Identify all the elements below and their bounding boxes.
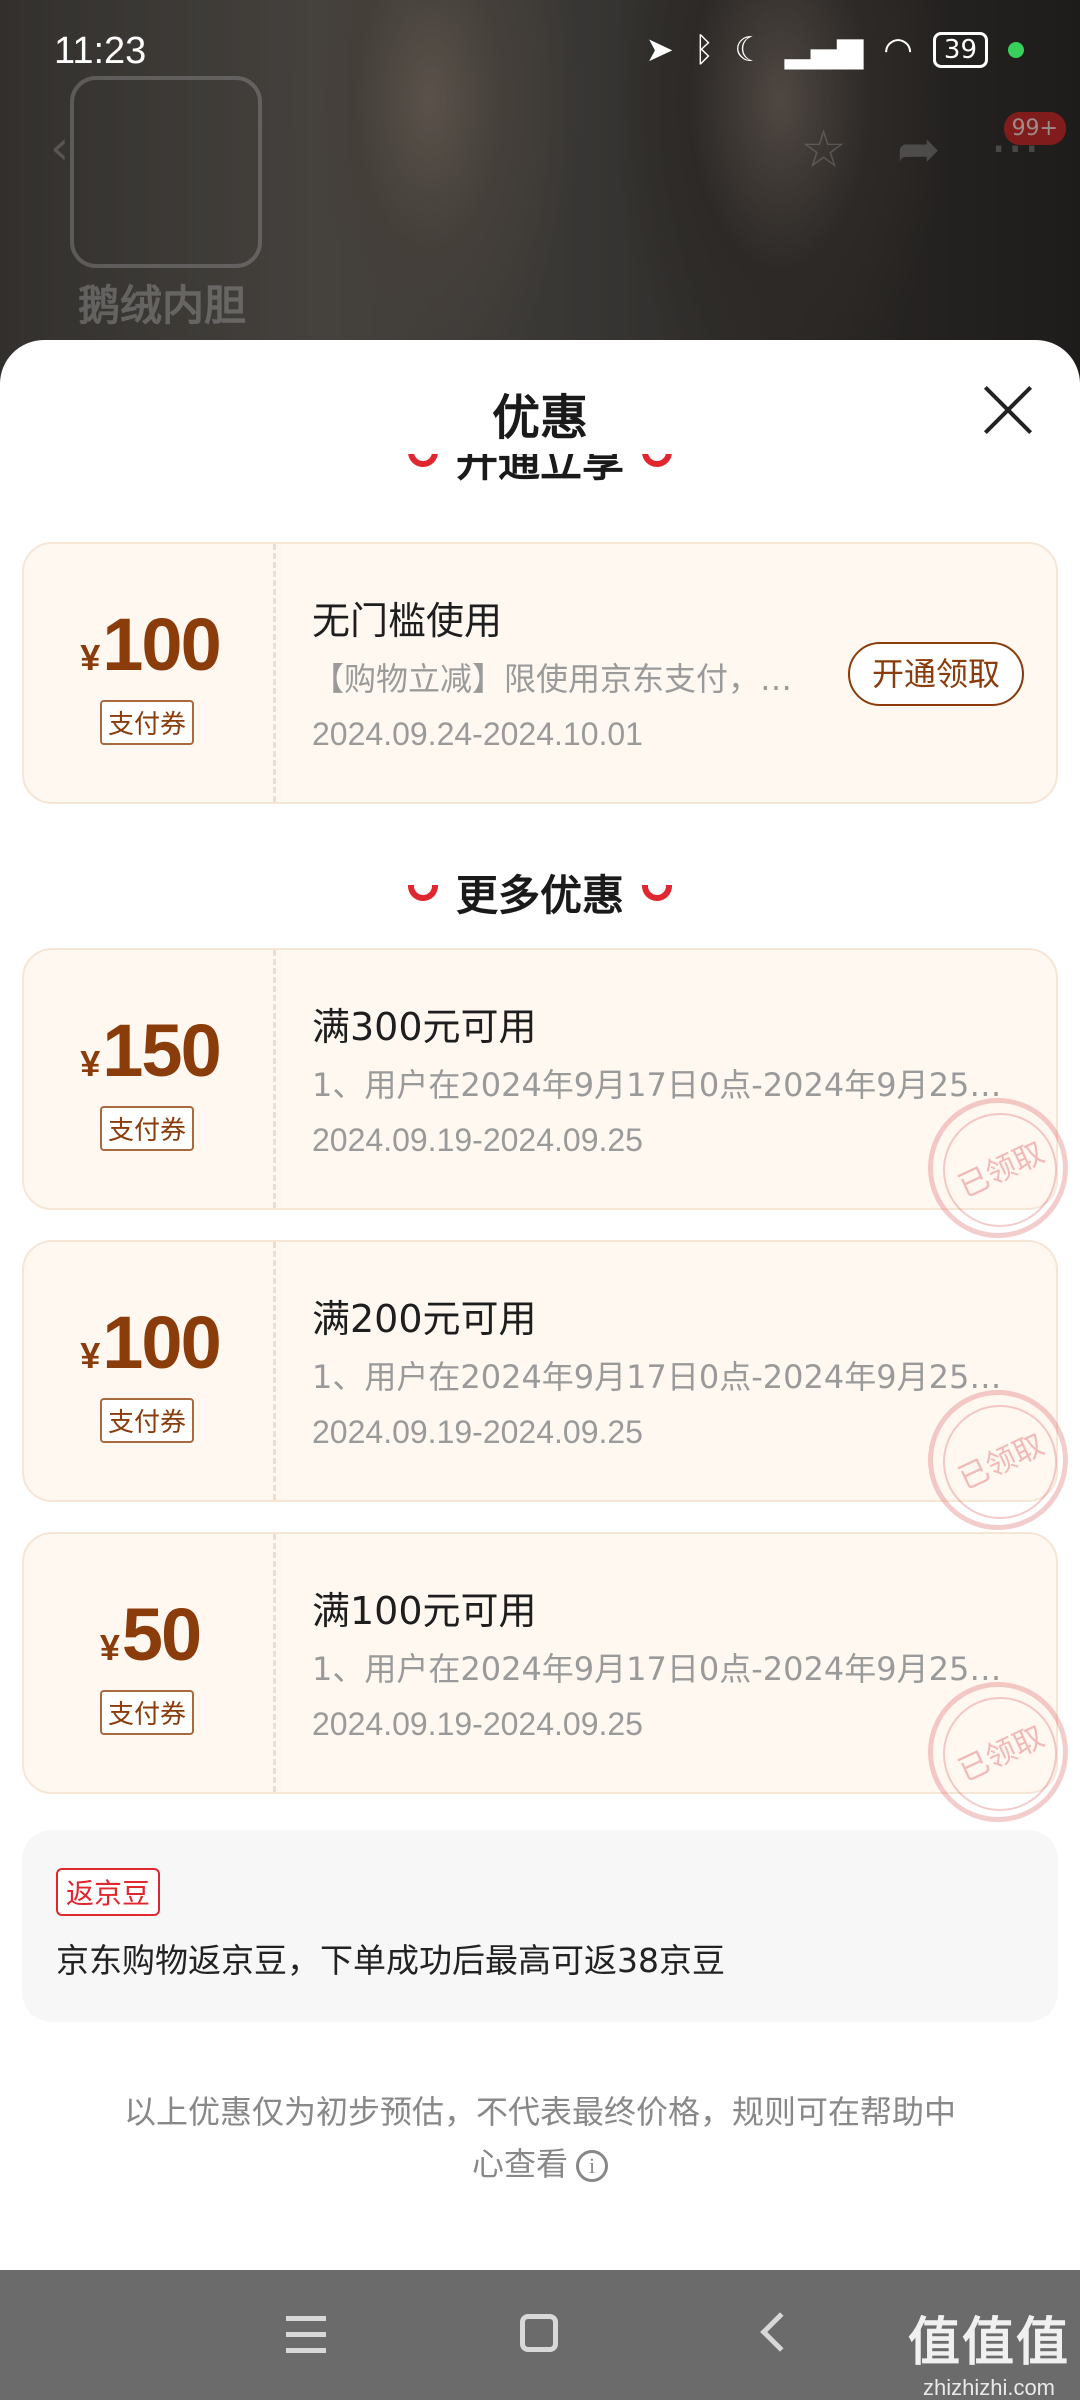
coupon-amount-panel: ¥150 支付券 bbox=[24, 950, 276, 1208]
coupon-amount: ¥100 bbox=[80, 603, 222, 686]
coupon-amount-panel: ¥100 支付券 bbox=[24, 544, 276, 802]
back-button[interactable] bbox=[740, 2300, 810, 2370]
smile-icon bbox=[642, 454, 672, 467]
coupon-description: 1、用户在2024年9月17日0点-2024年9月25日… bbox=[312, 1650, 1032, 1688]
coupon-card[interactable]: ¥150 支付券 满300元可用 1、用户在2024年9月17日0点-2024年… bbox=[22, 948, 1068, 1238]
section-open-header-clipped: 开通立享 bbox=[0, 454, 1080, 482]
coupon-description: 1、用户在2024年9月17日0点-2024年9月25日… bbox=[312, 1358, 1032, 1396]
sheet-title: 优惠 bbox=[491, 390, 588, 446]
close-button[interactable] bbox=[980, 382, 1036, 438]
discount-sheet: 优惠 开通立享 ¥100 支付券 无门槛使用 【购物立减】限使用京东支付，… 2… bbox=[0, 340, 1080, 2270]
bluetooth-icon: ᛒ bbox=[693, 30, 715, 70]
coupon-type-tag: 支付券 bbox=[100, 1398, 195, 1443]
activate-claim-button[interactable]: 开通领取 bbox=[847, 642, 1024, 706]
coupon-title: 满200元可用 bbox=[312, 1297, 537, 1341]
home-button[interactable] bbox=[504, 2300, 574, 2370]
coupon-validity: 2024.09.19-2024.09.25 bbox=[312, 1414, 643, 1450]
coupon-title: 满100元可用 bbox=[312, 1589, 537, 1633]
status-bar: 11:23 ➤ ᛒ ☾ ▂▄▆ ◠ 39 bbox=[0, 0, 1080, 110]
section-more-header: 更多优惠 bbox=[0, 862, 1080, 923]
coupon-type-tag: 支付券 bbox=[100, 700, 195, 745]
beans-tag: 返京豆 bbox=[56, 1868, 161, 1916]
moon-icon: ☾ bbox=[734, 30, 765, 70]
coupon-type-tag: 支付券 bbox=[100, 1106, 195, 1151]
coupon-validity: 2024.09.24-2024.10.01 bbox=[312, 716, 643, 752]
watermark-logo: 值值值 bbox=[907, 2313, 1070, 2373]
signal-icon: ▂▄▆ bbox=[784, 30, 864, 70]
coupon-amount: ¥150 bbox=[80, 1009, 222, 1092]
section-open-label: 开通立享 bbox=[455, 454, 624, 482]
battery-icon: 39 bbox=[932, 32, 988, 68]
beans-description: 京东购物返京豆，下单成功后最高可返38京豆 bbox=[56, 1941, 725, 1980]
info-icon[interactable]: i bbox=[576, 2150, 608, 2182]
section-more-label: 更多优惠 bbox=[455, 871, 624, 920]
disclaimer-text: 以上优惠仅为初步预估，不代表最终价格，规则可在帮助中心查看 bbox=[123, 2093, 956, 2183]
privacy-indicator-dot bbox=[1008, 42, 1024, 58]
coupon-title: 满300元可用 bbox=[312, 1005, 537, 1049]
coupon-validity: 2024.09.19-2024.09.25 bbox=[312, 1122, 643, 1158]
smile-icon bbox=[407, 454, 438, 467]
coupon-amount: ¥50 bbox=[99, 1593, 202, 1676]
coupon-amount: ¥100 bbox=[80, 1301, 222, 1384]
coupon-amount-panel: ¥100 支付券 bbox=[24, 1242, 276, 1500]
coupon-card: ¥100 支付券 无门槛使用 【购物立减】限使用京东支付，… 2024.09.2… bbox=[22, 542, 1058, 804]
coupon-validity: 2024.09.19-2024.09.25 bbox=[312, 1706, 643, 1742]
disclaimer-footnote: 以上优惠仅为初步预估，不代表最终价格，规则可在帮助中心查看 i bbox=[120, 2086, 960, 2190]
watermark-url: zhizhizhi.com bbox=[922, 2375, 1056, 2400]
jd-beans-panel: 返京豆 京东购物返京豆，下单成功后最高可返38京豆 bbox=[22, 1830, 1058, 2022]
claimed-stamp: 已领取 bbox=[928, 1682, 1068, 1822]
status-time: 11:23 bbox=[54, 30, 147, 72]
coupon-title: 无门槛使用 bbox=[312, 599, 503, 643]
coupon-description: 【购物立减】限使用京东支付，… bbox=[312, 660, 793, 698]
coupon-card[interactable]: ¥50 支付券 满100元可用 1、用户在2024年9月17日0点-2024年9… bbox=[22, 1532, 1068, 1822]
coupon-type-tag: 支付券 bbox=[100, 1690, 195, 1735]
recent-apps-button[interactable] bbox=[272, 2300, 342, 2370]
wifi-icon: ◠ bbox=[883, 30, 913, 70]
location-icon: ➤ bbox=[645, 30, 674, 70]
coupon-amount-panel: ¥50 支付券 bbox=[24, 1534, 276, 1792]
site-watermark: 值值值 zhizhizhi.com bbox=[908, 2300, 1070, 2400]
claimed-stamp: 已领取 bbox=[928, 1390, 1068, 1530]
smile-icon bbox=[642, 884, 672, 901]
status-icons: ➤ ᛒ ☾ ▂▄▆ ◠ 39 bbox=[645, 30, 1024, 70]
smile-icon bbox=[407, 884, 438, 901]
coupon-description: 1、用户在2024年9月17日0点-2024年9月25日… bbox=[312, 1066, 1032, 1104]
claimed-stamp: 已领取 bbox=[928, 1098, 1068, 1238]
coupon-card[interactable]: ¥100 支付券 满200元可用 1、用户在2024年9月17日0点-2024年… bbox=[22, 1240, 1068, 1530]
